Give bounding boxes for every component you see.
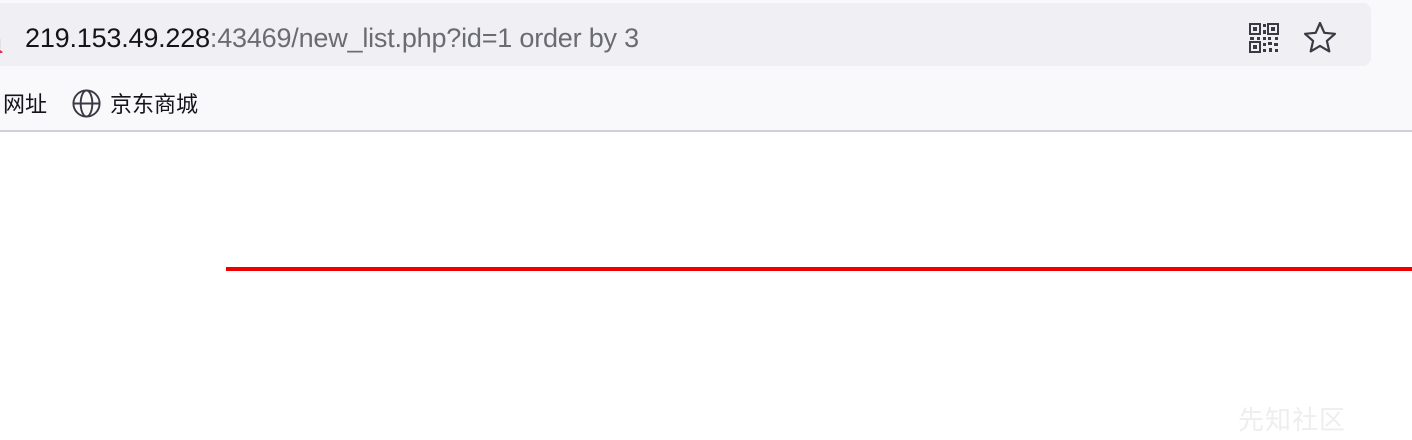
bookmark-item-jd[interactable]: 京东商城 <box>71 80 198 126</box>
insecure-lock-icon[interactable] <box>0 23 4 53</box>
url-host: 219.153.49.228 <box>25 23 210 53</box>
qr-code-icon[interactable] <box>1248 22 1280 54</box>
url-path: :43469/new_list.php?id=1 order by 3 <box>209 23 639 53</box>
toolbar-divider <box>0 130 1412 132</box>
address-bar[interactable]: 219.153.49.228:43469/new_list.php?id=1 o… <box>0 3 1371 66</box>
url-text[interactable]: 219.153.49.228:43469/new_list.php?id=1 o… <box>25 19 639 57</box>
bookmark-label: 京东商城 <box>110 92 199 117</box>
site-watermark: 先知社区 <box>1238 405 1347 435</box>
bookmark-item-websites[interactable]: 网址 <box>3 80 47 126</box>
bookmarks-toolbar: 网址 京东商城 <box>0 80 1412 126</box>
browser-toolbar: 219.153.49.228:43469/new_list.php?id=1 o… <box>0 0 1412 132</box>
globe-icon <box>72 88 101 118</box>
page-horizontal-rule <box>226 267 1412 271</box>
bookmark-label: 网址 <box>3 92 48 117</box>
bookmark-star-icon[interactable] <box>1302 20 1338 56</box>
